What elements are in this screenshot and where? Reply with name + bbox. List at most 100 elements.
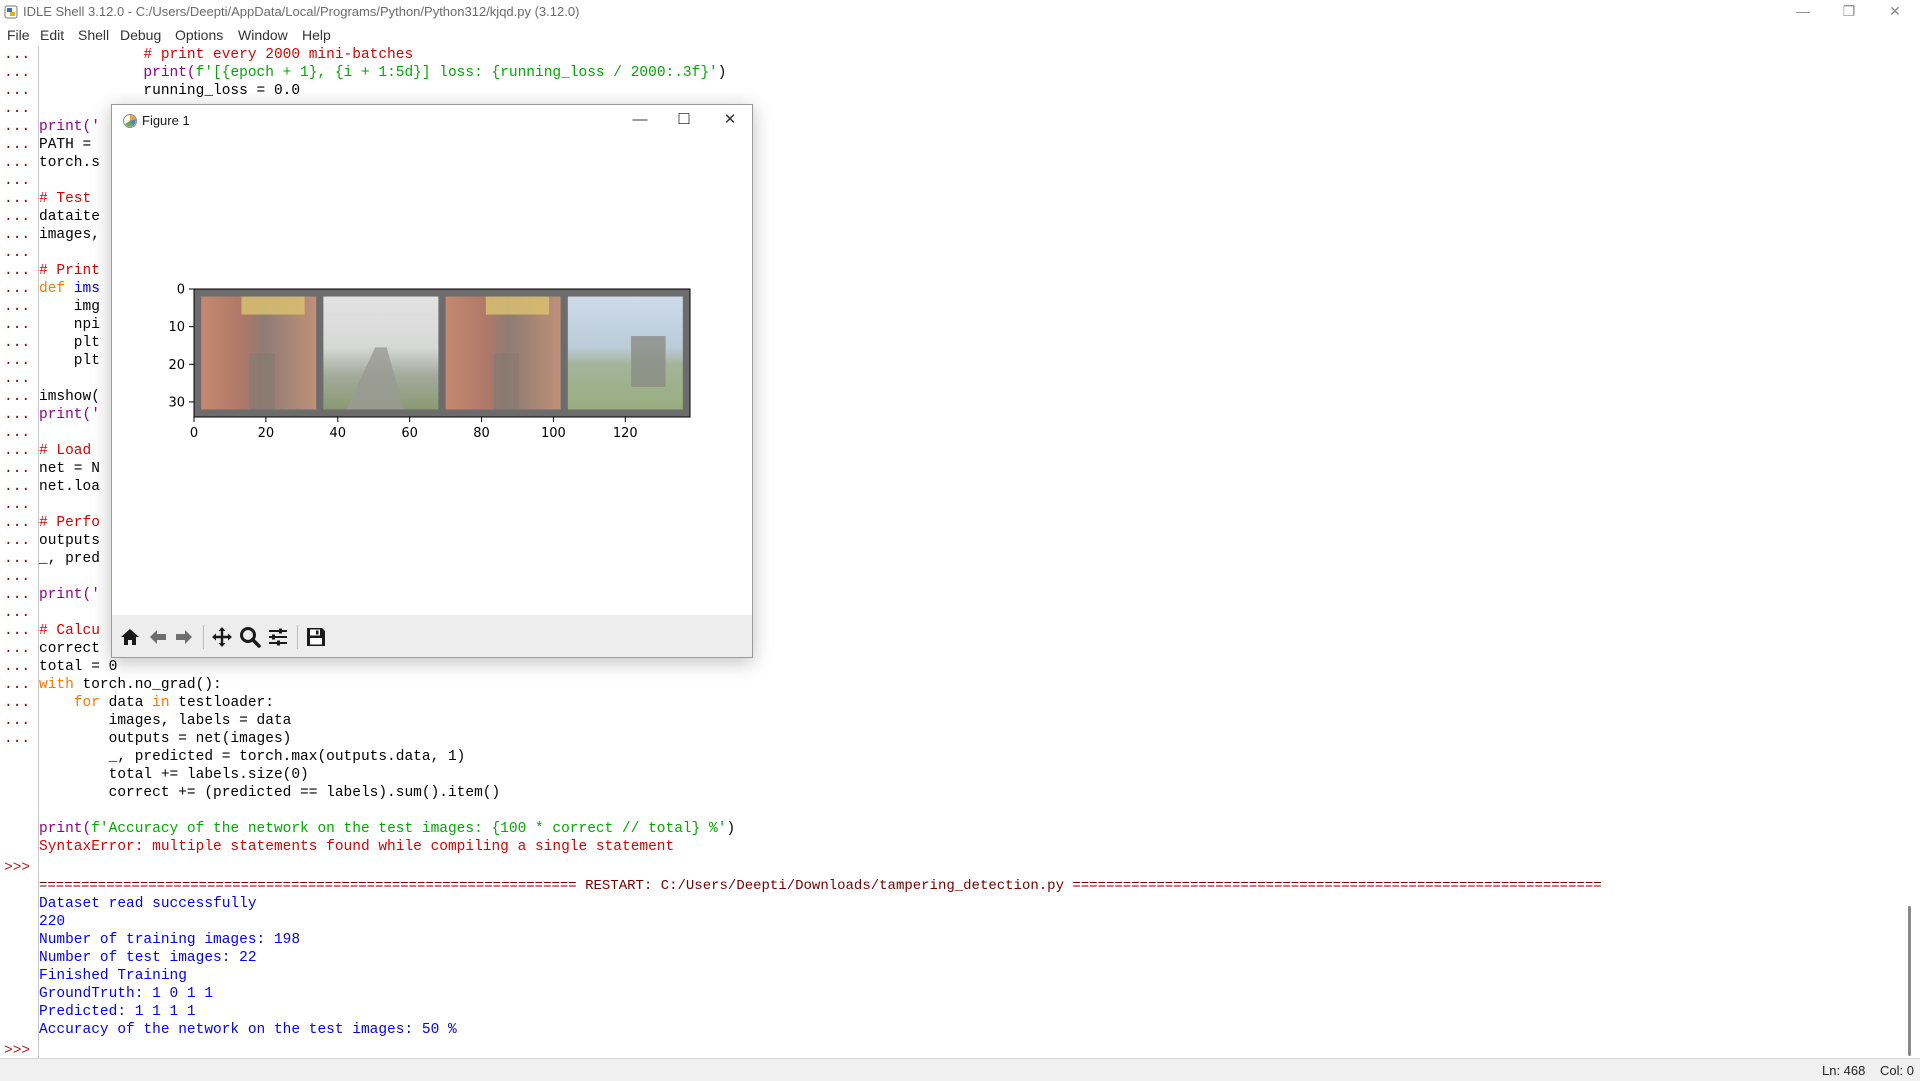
code-token: for: [39, 695, 100, 711]
continuation-prompt: ...: [4, 245, 31, 261]
menu-file[interactable]: File: [7, 27, 30, 43]
output-line: Finished Training: [39, 968, 187, 984]
home-icon[interactable]: [118, 625, 142, 649]
continuation-prompt: ...: [4, 623, 31, 639]
scrollbar-thumb[interactable]: [1908, 906, 1911, 1056]
continuation-prompt: ...: [4, 605, 31, 621]
figure-minimize-button[interactable]: —: [618, 105, 662, 137]
continuation-prompt: ...: [4, 83, 31, 99]
y-tick-label: 0: [177, 283, 185, 298]
close-button[interactable]: ✕: [1872, 0, 1918, 24]
continuation-prompt: ...: [4, 119, 31, 135]
code-line: with torch.no_grad():: [39, 676, 222, 694]
maximize-button[interactable]: ❐: [1826, 0, 1872, 24]
continuation-prompt: ...: [4, 443, 31, 459]
figure-canvas[interactable]: 0 20 40 60 80 100 120 0 10 20 30: [112, 137, 752, 615]
continuation-prompt: ...: [4, 659, 31, 675]
code-token: f'Accuracy of the network on the test im…: [91, 821, 727, 837]
x-tick-label: 40: [329, 426, 346, 441]
code-line: # print every 2000 mini-batches: [39, 47, 414, 63]
figure-window[interactable]: Figure 1 — ☐ ✕ 020 40 60 80 100 120 0 10…: [111, 104, 753, 658]
menu-help[interactable]: Help: [302, 27, 331, 43]
figure-close-button[interactable]: ✕: [708, 105, 752, 137]
code-line: plt: [39, 335, 100, 351]
code-line: plt: [39, 353, 100, 369]
minimize-button[interactable]: —: [1780, 0, 1826, 24]
continuation-prompt: ...: [4, 155, 31, 171]
code-line: running_loss = 0.0: [39, 83, 301, 99]
code-line: net = N: [39, 461, 100, 477]
menu-edit[interactable]: Edit: [40, 27, 64, 43]
x-tick-label: 20: [258, 426, 275, 441]
toolbar-separator: [297, 625, 298, 649]
code-line: print(f'[{epoch + 1}, {i + 1:5d}] loss: …: [39, 64, 726, 82]
code-line: dataite: [39, 209, 100, 225]
continuation-prompt: ...: [4, 677, 31, 693]
zoom-icon[interactable]: [238, 625, 262, 649]
continuation-prompt: ...: [4, 479, 31, 495]
image-tile-detail: [631, 336, 666, 387]
menu-options[interactable]: Options: [175, 27, 223, 43]
continuation-prompt: ...: [4, 461, 31, 477]
menu-debug[interactable]: Debug: [120, 27, 161, 43]
pan-icon[interactable]: [210, 625, 234, 649]
x-tick-label: 100: [541, 426, 566, 441]
continuation-prompt: ...: [4, 281, 31, 297]
continuation-prompt: ...: [4, 191, 31, 207]
error-message: SyntaxError: multiple statements found w…: [39, 839, 675, 855]
code-line: imshow(: [39, 389, 100, 405]
code-token: ): [726, 821, 736, 837]
continuation-prompt: ...: [4, 101, 31, 117]
continuation-prompt: ...: [4, 515, 31, 531]
save-icon[interactable]: [304, 625, 328, 649]
code-line: # Print: [39, 263, 100, 279]
code-line: _, pred: [39, 551, 100, 567]
code-line: npi: [39, 317, 100, 333]
output-line: 220: [39, 914, 66, 930]
image-tile-detail: [493, 353, 520, 410]
code-token: testloader:: [169, 695, 274, 711]
code-line: def ims: [39, 280, 100, 298]
continuation-prompt: ...: [4, 641, 31, 657]
continuation-prompt: ...: [4, 209, 31, 225]
code-line: print(f'Accuracy of the network on the t…: [39, 820, 735, 838]
window-titlebar: IDLE Shell 3.12.0 - C:/Users/Deepti/AppD…: [0, 0, 1920, 24]
output-line: Number of training images: 198: [39, 932, 301, 948]
menu-window[interactable]: Window: [238, 27, 288, 43]
configure-subplots-icon[interactable]: [266, 625, 290, 649]
continuation-prompt: ...: [4, 497, 31, 513]
figure-titlebar[interactable]: Figure 1 — ☐ ✕: [112, 105, 752, 137]
continuation-prompt: ...: [4, 551, 31, 567]
code-line: img: [39, 299, 100, 315]
continuation-prompt: ...: [4, 533, 31, 549]
code-token: data: [99, 695, 153, 711]
continuation-prompt: ...: [4, 371, 31, 387]
menu-bar: File Edit Shell Debug Options Window Hel…: [0, 24, 1920, 46]
output-line: GroundTruth: 1 0 1 1: [39, 986, 214, 1002]
back-arrow-icon[interactable]: [146, 625, 170, 649]
code-line: total += labels.size(0): [39, 767, 309, 783]
python-idle-icon: [4, 5, 18, 19]
code-line: print(': [39, 587, 100, 603]
x-tick-label: 80: [473, 426, 490, 441]
output-line: Number of test images: 22: [39, 950, 257, 966]
image-tile-detail: [241, 296, 305, 315]
restart-banner: ========================================…: [39, 878, 1602, 894]
vertical-scrollbar[interactable]: [1898, 46, 1920, 1058]
prompt-gutter: ... ... ... ... ... ... ... ... ... ... …: [0, 46, 39, 1059]
continuation-prompt: ...: [4, 731, 31, 747]
forward-arrow-icon[interactable]: [172, 625, 196, 649]
code-line: print(': [39, 119, 100, 135]
menu-shell[interactable]: Shell: [78, 27, 109, 43]
shell-prompt: >>>: [4, 860, 31, 876]
continuation-prompt: ...: [4, 335, 31, 351]
window-title: IDLE Shell 3.12.0 - C:/Users/Deepti/AppD…: [23, 4, 580, 19]
code-token: ): [717, 65, 727, 81]
code-token: f'[{epoch + 1}, {i + 1:5d}] loss: {runni…: [195, 65, 718, 81]
figure-title: Figure 1: [142, 113, 190, 128]
line-number: Ln: 468: [1822, 1063, 1866, 1078]
code-token: def: [39, 281, 74, 297]
output-line: Predicted: 1 1 1 1: [39, 1004, 196, 1020]
image-tile-detail: [485, 296, 550, 315]
figure-maximize-button[interactable]: ☐: [662, 105, 706, 137]
